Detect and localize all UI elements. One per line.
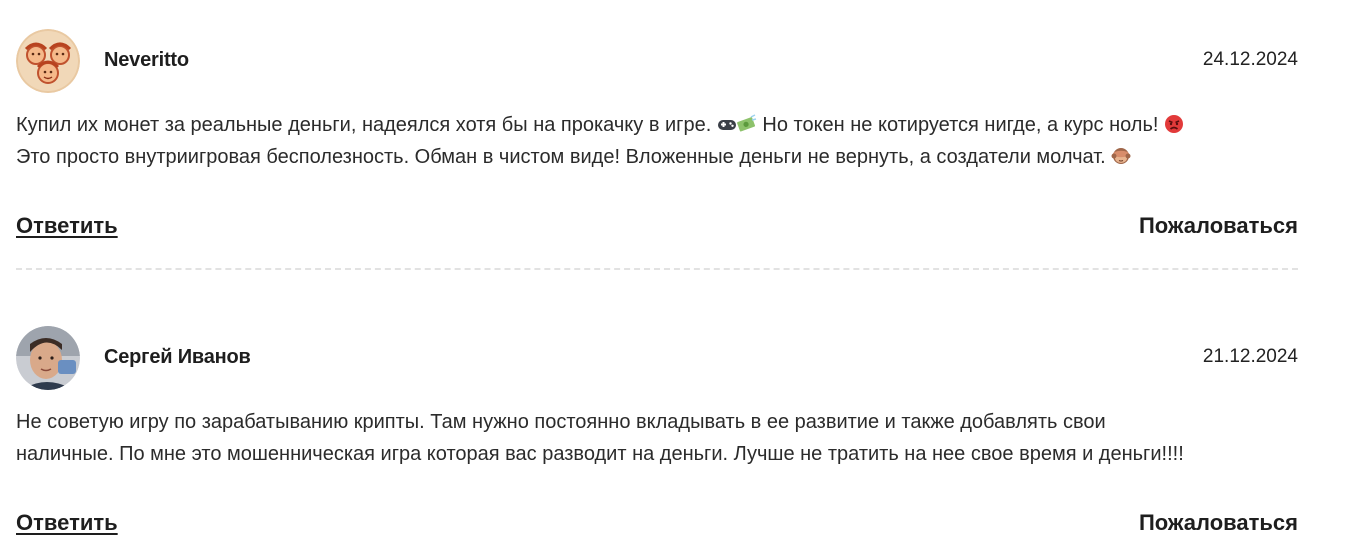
comment-date: 21.12.2024 <box>1202 346 1298 367</box>
reply-link[interactable]: Ответить <box>16 213 118 239</box>
comment-actions: Ответить Пожаловаться <box>16 213 1298 243</box>
comment-text-part: наличные. По мне это мошенническая игра … <box>16 443 1184 465</box>
comment-text: Купил их монет за реальные деньги, надея… <box>16 109 1298 173</box>
angry-face-icon <box>1165 115 1183 133</box>
report-link[interactable]: Пожаловаться <box>1139 510 1298 536</box>
report-link[interactable]: Пожаловаться <box>1139 213 1298 239</box>
comment-text-part: Купил их монет за реальные деньги, надея… <box>16 114 717 136</box>
comment-card: Сергей Иванов 21.12.2024 Не советую игру… <box>16 326 1298 540</box>
comment-date: 24.12.2024 <box>1202 49 1298 70</box>
see-no-evil-monkey-icon <box>1111 148 1131 164</box>
avatar[interactable] <box>16 29 80 93</box>
avatar[interactable] <box>16 326 80 390</box>
comment-header: Neveritto 24.12.2024 <box>16 29 1298 93</box>
comment-text: Не советую игру по зарабатыванию крипты.… <box>16 406 1298 470</box>
avatar-photo-icon <box>16 326 80 390</box>
avatar-image-icon <box>16 29 80 93</box>
reply-link[interactable]: Ответить <box>16 510 118 536</box>
comment-text-part: Не советую игру по зарабатыванию крипты.… <box>16 411 1106 433</box>
comment-actions: Ответить Пожаловаться <box>16 510 1298 540</box>
comment-text-part: Но токен не котируется нигде, а курс нол… <box>756 114 1164 136</box>
comment-header: Сергей Иванов 21.12.2024 <box>16 326 1298 390</box>
comment-divider <box>16 268 1298 270</box>
money-icon <box>736 114 757 132</box>
comment-card: Neveritto 24.12.2024 Купил их монет за р… <box>16 29 1298 243</box>
gamepad-icon <box>717 120 736 130</box>
comment-text-part: Это просто внутриигровая бесполезность. … <box>16 146 1112 168</box>
author-name[interactable]: Сергей Иванов <box>104 346 251 369</box>
author-name[interactable]: Neveritto <box>104 49 189 72</box>
